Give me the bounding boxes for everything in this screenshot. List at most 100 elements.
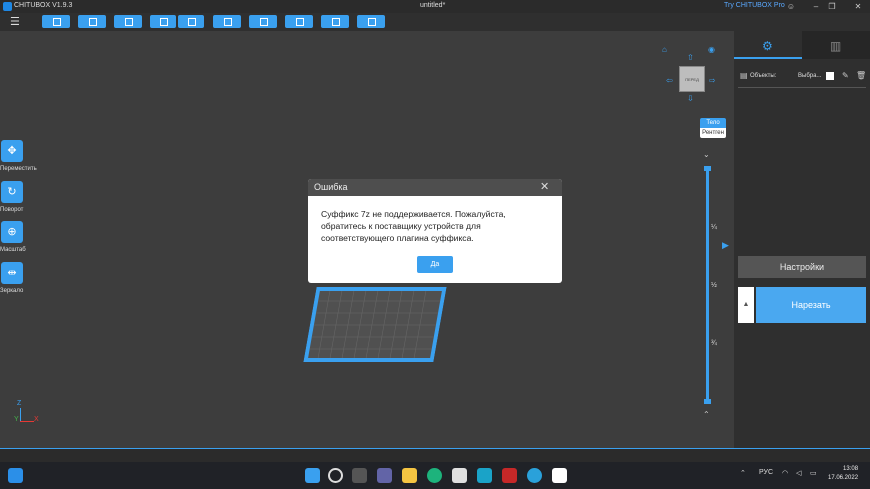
select-all-checkbox[interactable] <box>826 72 834 80</box>
clock-date: 17.06.2022 <box>828 475 859 481</box>
close-dialog-icon[interactable]: ✕ <box>540 180 549 193</box>
input-language[interactable]: РУС <box>759 469 773 476</box>
rotate-icon[interactable]: ↻ <box>1 181 23 203</box>
scale-icon[interactable]: ⊕ <box>1 221 23 243</box>
antivirus-icon[interactable] <box>502 468 517 483</box>
tab-print-settings[interactable]: ⚙ <box>734 31 802 59</box>
hollow-button[interactable] <box>321 15 349 28</box>
chitubox-taskbar-icon[interactable] <box>552 468 567 483</box>
close-button[interactable]: ✕ <box>848 0 868 13</box>
trash-icon[interactable]: 🗑 <box>856 71 866 80</box>
z-axis-label: Z <box>17 400 22 407</box>
user-icon[interactable]: ☺ <box>781 0 801 13</box>
mirror-tool-label: Зеркало <box>0 288 24 294</box>
rotate-tool-label: Поворот <box>0 207 24 213</box>
rotate-down-icon[interactable]: ⇩ <box>687 94 694 103</box>
open-file-button[interactable] <box>42 15 70 28</box>
tab-machine[interactable]: ▥ <box>802 31 870 59</box>
error-dialog-title: Ошибка <box>314 182 348 192</box>
redo-button[interactable] <box>178 15 204 28</box>
layout-button[interactable] <box>213 15 241 28</box>
settings-button[interactable]: Настройки <box>738 256 866 278</box>
view-cube[interactable]: ПЕРЕД <box>679 66 705 92</box>
battery-icon[interactable]: ▭ <box>810 469 817 477</box>
mirror-icon[interactable]: ⇹ <box>1 262 23 284</box>
edge-icon[interactable] <box>427 468 442 483</box>
rotate-right-icon[interactable]: ⇨ <box>709 76 716 85</box>
xray-view-button[interactable]: Рентген <box>700 128 726 138</box>
duplicate-button[interactable] <box>249 15 277 28</box>
undo-button[interactable] <box>150 15 176 28</box>
right-sidebar: ⚙ ▥ ▤ Объекты: Выбра... ✎ 🗑 Настройки ▲ … <box>734 31 870 448</box>
store-icon[interactable] <box>452 468 467 483</box>
objects-row: ▤ Объекты: Выбра... ✎ 🗑 <box>738 71 866 83</box>
home-view-icon[interactable]: ⌂ <box>662 45 667 54</box>
move-tool-label: Переместить <box>0 166 37 172</box>
x-axis-label: X <box>34 416 39 423</box>
chat-icon[interactable] <box>377 468 392 483</box>
x-axis-line <box>20 421 34 422</box>
save-file-button[interactable] <box>78 15 106 28</box>
layer-slider-bottom-handle[interactable] <box>704 399 711 404</box>
title-bar: CHITUBOX V1.9.3 untitled* Try CHITUBOX P… <box>0 0 870 13</box>
wifi-icon[interactable]: ◠ <box>782 469 788 477</box>
build-plate <box>303 287 447 362</box>
document-title: untitled* <box>420 2 446 9</box>
maximize-button[interactable]: ❐ <box>822 0 842 13</box>
rotate-up-icon[interactable]: ⇧ <box>687 53 694 62</box>
machine-icon: ▥ <box>830 39 842 53</box>
print-button[interactable] <box>357 15 385 28</box>
scale-tool[interactable]: ⊕ Масштаб <box>0 221 40 261</box>
volume-icon[interactable]: ◁ <box>796 469 801 477</box>
sidebar-tabs: ⚙ ▥ <box>734 31 870 59</box>
view-mode-toggle[interactable]: Тело Рентген <box>700 118 726 138</box>
eye-icon[interactable]: ◉ <box>708 45 715 54</box>
hamburger-menu-icon[interactable]: ☰ <box>10 15 20 28</box>
support-button[interactable] <box>285 15 313 28</box>
telegram-icon[interactable] <box>527 468 542 483</box>
error-dialog-message: Суффикс 7z не поддерживается. Пожалуйста… <box>321 209 506 243</box>
system-clock[interactable]: 13:08 17.06.2022 <box>828 465 858 483</box>
try-pro-link[interactable]: Try CHITUBOX Pro <box>724 2 785 9</box>
build-plate-grid <box>303 287 447 362</box>
navigation-cube[interactable]: ⌂ ◉ ⇧ ⇦ ⇨ ⇩ ПЕРЕД <box>662 44 722 104</box>
rotate-left-icon[interactable]: ⇦ <box>666 76 673 85</box>
mirror-tool[interactable]: ⇹ Зеркало <box>0 262 40 302</box>
edit-icon[interactable]: ✎ <box>842 71 849 80</box>
layer-slider-top-handle[interactable] <box>704 166 711 171</box>
y-axis-label: Y <box>14 416 19 423</box>
collapse-sidebar-icon[interactable]: ▶ <box>722 240 732 254</box>
scale-tool-label: Масштаб <box>0 247 26 253</box>
ok-button[interactable]: Да <box>417 256 453 273</box>
move-tool[interactable]: ✥ Переместить <box>0 140 40 180</box>
move-icon[interactable]: ✥ <box>1 140 23 162</box>
slice-button[interactable]: Нарезать <box>756 287 866 323</box>
solid-view-button[interactable]: Тело <box>700 118 726 128</box>
rotate-tool[interactable]: ↻ Поворот <box>0 181 40 221</box>
objects-divider <box>738 87 866 88</box>
app-title: CHITUBOX V1.9.3 <box>14 2 73 9</box>
search-icon[interactable] <box>328 468 343 483</box>
error-dialog-header: Ошибка ✕ <box>308 179 562 196</box>
tray-chevron-icon[interactable]: ⌃ <box>740 469 746 477</box>
layer-up-chevron-icon[interactable]: ⌃ <box>703 410 710 419</box>
slice-file-button[interactable] <box>114 15 142 28</box>
layer-down-chevron-icon[interactable]: ⌄ <box>703 150 710 159</box>
l-app-icon[interactable] <box>477 468 492 483</box>
select-all-label: Выбра... <box>798 73 822 79</box>
task-view-icon[interactable] <box>352 468 367 483</box>
start-icon[interactable] <box>305 468 320 483</box>
chitubox-logo-icon <box>3 2 12 11</box>
slider-tick-three-quarter: ¾ <box>711 340 717 347</box>
slider-tick-half: ½ <box>711 282 717 289</box>
file-explorer-icon[interactable] <box>402 468 417 483</box>
slider-tick-quarter: ¼ <box>711 224 717 231</box>
widgets-icon[interactable] <box>8 468 23 483</box>
status-strip <box>0 448 870 462</box>
view-cube-face-label: ПЕРЕД <box>685 77 699 82</box>
printer-settings-icon: ⚙ <box>762 39 773 53</box>
slice-options-toggle[interactable]: ▲ <box>738 287 754 323</box>
layer-slider[interactable] <box>704 166 711 404</box>
objects-list-icon: ▤ <box>740 71 748 80</box>
axes-indicator: Z Y X <box>14 400 54 430</box>
